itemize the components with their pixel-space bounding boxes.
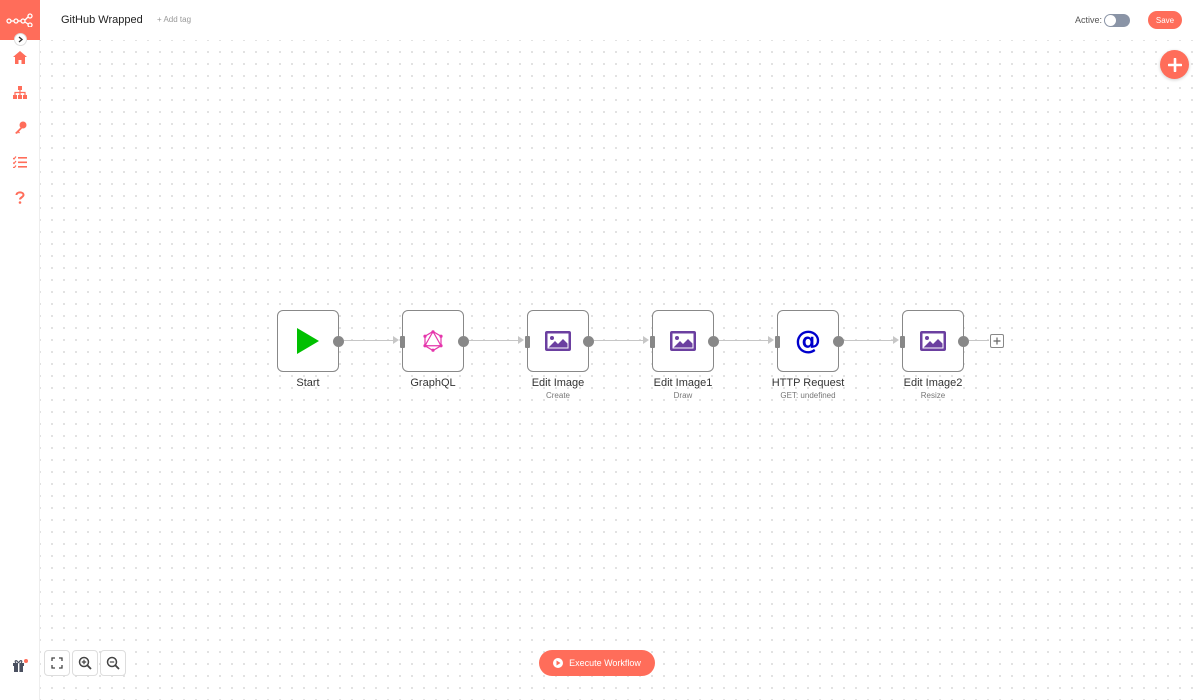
zoom-out-icon [106, 656, 120, 670]
input-handle[interactable] [775, 336, 780, 348]
workflow-title[interactable]: GitHub Wrapped [61, 14, 143, 26]
sidebar-item-workflows[interactable] [11, 83, 29, 101]
output-handle[interactable] [458, 336, 469, 347]
header: GitHub Wrapped + Add tag Active: Save [40, 0, 1200, 40]
add-tag-link[interactable]: + Add tag [157, 15, 191, 24]
zoom-to-fit-button[interactable] [44, 650, 70, 676]
play-circle-icon [553, 658, 564, 668]
output-handle[interactable] [958, 336, 969, 347]
sidebar-item-home[interactable] [11, 48, 29, 66]
sidebar-item-credentials[interactable] [11, 118, 29, 136]
node-http-request[interactable]: @ [775, 310, 844, 372]
output-handle[interactable] [833, 336, 844, 347]
image-icon [545, 331, 571, 351]
active-label: Active: [1075, 15, 1103, 25]
graphql-icon [423, 330, 443, 352]
input-handle[interactable] [525, 336, 530, 348]
connection-editimage1-http [719, 340, 770, 341]
connection-arrow [393, 336, 399, 344]
node-label: Start [296, 377, 320, 389]
connection-editimage-editimage1 [594, 340, 645, 341]
key-icon [14, 121, 26, 134]
zoom-in-icon [78, 656, 92, 670]
connection-arrow [893, 336, 899, 344]
node-start[interactable] [277, 310, 344, 372]
node-subtitle: Draw [673, 391, 693, 400]
sidebar-item-help[interactable] [11, 188, 29, 206]
fullscreen-icon [51, 657, 63, 669]
workflows-icon [13, 85, 27, 99]
execute-workflow-button[interactable]: Execute Workflow [539, 650, 655, 676]
save-button[interactable]: Save [1148, 11, 1182, 29]
connection-end [969, 340, 989, 341]
question-icon [15, 190, 25, 204]
logo-icon [6, 13, 33, 27]
output-handle[interactable] [708, 336, 719, 347]
toggle-knob [1105, 15, 1116, 26]
node-label: HTTP Request [771, 377, 845, 389]
sidebar-item-executions[interactable] [11, 153, 29, 171]
node-label: Edit Image2 [903, 377, 963, 389]
connection-graphql-editimage [469, 340, 520, 341]
input-handle[interactable] [900, 336, 905, 348]
node-label: Edit Image [531, 377, 585, 389]
input-handle[interactable] [650, 336, 655, 348]
plus-icon [993, 337, 1001, 345]
input-handle[interactable] [400, 336, 405, 348]
connection-arrow [643, 336, 649, 344]
image-icon [920, 331, 946, 351]
home-icon [13, 50, 27, 64]
zoom-in-button[interactable] [72, 650, 98, 676]
image-icon [670, 331, 696, 351]
workflow-canvas[interactable] [40, 40, 1200, 700]
execute-workflow-label: Execute Workflow [569, 658, 641, 668]
connection-arrow [518, 336, 524, 344]
play-icon [297, 328, 319, 354]
at-icon: @ [795, 326, 821, 356]
active-toggle[interactable] [1104, 14, 1130, 27]
node-edit-image2[interactable] [900, 310, 969, 372]
node-subtitle: GET: undefined [780, 391, 836, 400]
node-label: Edit Image1 [653, 377, 713, 389]
connection-http-editimage2 [844, 340, 895, 341]
node-subtitle: Resize [920, 391, 946, 400]
zoom-out-button[interactable] [100, 650, 126, 676]
output-handle[interactable] [333, 336, 344, 347]
node-edit-image1[interactable] [650, 310, 719, 372]
connection-start-graphql [344, 340, 395, 341]
connection-arrow [768, 336, 774, 344]
node-label: GraphQL [410, 377, 456, 389]
node-graphql[interactable] [400, 310, 469, 372]
node-edit-image[interactable] [525, 310, 594, 372]
updates-gift-button[interactable] [12, 658, 28, 672]
sidebar [0, 0, 40, 700]
list-icon [13, 156, 27, 168]
add-next-node-button[interactable] [990, 334, 1004, 348]
chevron-right-icon [18, 36, 24, 43]
output-handle[interactable] [583, 336, 594, 347]
gift-icon [13, 659, 28, 672]
collapse-sidebar-button[interactable] [14, 33, 27, 46]
add-node-button[interactable] [1160, 50, 1189, 79]
node-subtitle: Create [545, 391, 570, 400]
plus-icon [1167, 57, 1182, 72]
